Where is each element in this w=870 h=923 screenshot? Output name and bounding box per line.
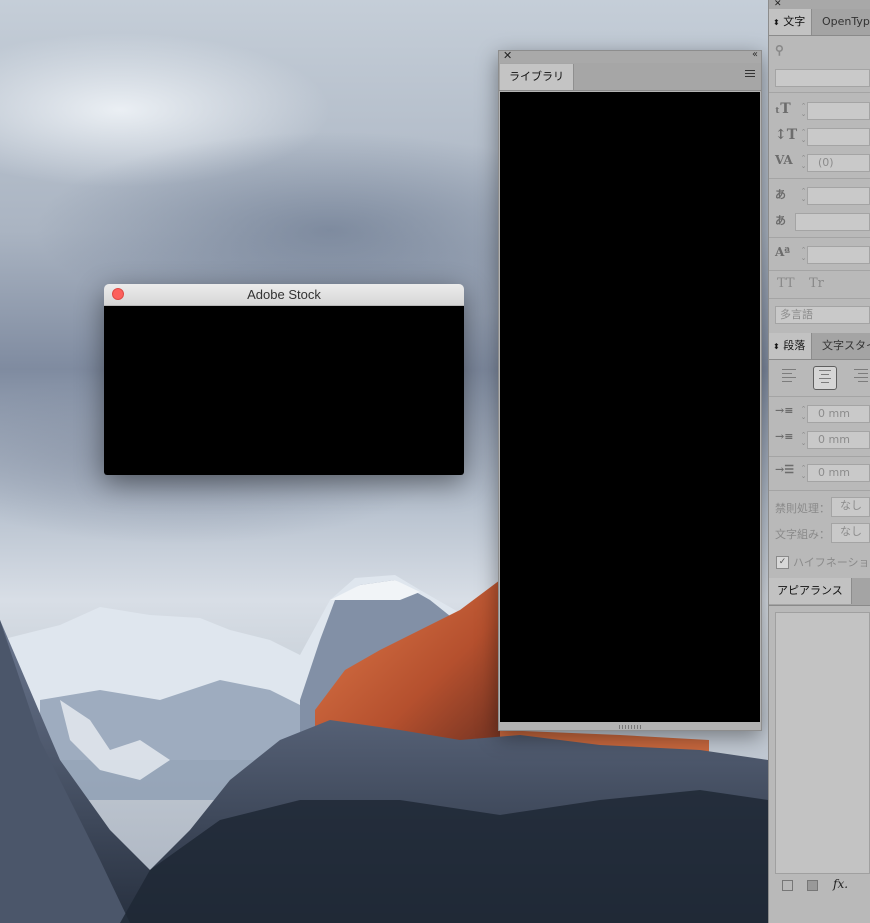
left-indent-field[interactable]: 0 mm: [807, 405, 870, 423]
align-center-button[interactable]: [813, 366, 837, 390]
vertical-scale-row: あ ⌃ ⌄: [769, 184, 870, 208]
panel-menu-icon[interactable]: [745, 70, 755, 79]
dock-close-icon[interactable]: ✕: [769, 0, 870, 9]
tab-paragraph-label: 段落: [783, 339, 806, 352]
divider: [769, 270, 870, 271]
font-size-field[interactable]: [807, 102, 870, 120]
align-right-button[interactable]: [849, 366, 870, 390]
font-style-row: [769, 66, 870, 90]
divider: [769, 298, 870, 299]
divider: [769, 456, 870, 457]
baseline-row: Aª ⌃ ⌄: [769, 243, 870, 267]
expand-chevron-icon: ⬍: [773, 18, 780, 27]
tab-library[interactable]: ライブラリ: [500, 64, 574, 90]
horizontal-scale-icon: あ: [775, 214, 786, 227]
stock-content-area[interactable]: [104, 306, 464, 475]
library-tab-row: ライブラリ: [499, 63, 761, 91]
hyphenation-label: ハイフネーション: [793, 556, 870, 569]
close-icon[interactable]: ✕: [503, 49, 512, 62]
divider: [769, 237, 870, 238]
tab-paragraph[interactable]: ⬍ 段落: [769, 333, 813, 359]
expand-chevron-icon: ⬍: [773, 342, 780, 351]
align-left-button[interactable]: [777, 366, 801, 390]
tab-character[interactable]: ⬍ 文字: [769, 9, 813, 35]
tab-appearance[interactable]: アピアランス: [769, 578, 852, 604]
character-tab-row: ⬍ 文字 OpenType: [769, 9, 870, 36]
vertical-scale-icon: あ: [775, 188, 786, 201]
font-search-row: ⚲: [769, 40, 870, 64]
font-size-icon: ₜT: [775, 101, 791, 117]
horizontal-scale-row: あ: [769, 210, 870, 234]
close-window-button[interactable]: [112, 288, 124, 300]
tab-opentype[interactable]: OpenType: [815, 9, 870, 35]
language-row: 多言語: [769, 303, 870, 327]
left-indent-row: →≡ ⌃ ⌄ 0 mm: [769, 402, 870, 426]
tab-character-label: 文字: [783, 15, 806, 28]
baseline-shift-icon: Aª: [775, 245, 791, 259]
appearance-bottom-bar: fx.: [769, 874, 870, 898]
library-panel-header[interactable]: ✕ ‹‹: [499, 49, 761, 63]
baseline-field[interactable]: [807, 246, 870, 264]
first-line-indent-field[interactable]: 0 mm: [807, 431, 870, 449]
space-before-row: →☰ ⌃ ⌄ 0 mm: [769, 461, 870, 485]
language-dropdown[interactable]: 多言語: [775, 306, 870, 324]
first-line-indent-icon: →≡: [775, 430, 794, 443]
leading-field[interactable]: [807, 128, 870, 146]
collapse-icon[interactable]: ‹‹: [752, 49, 758, 60]
adobe-stock-window: Adobe Stock: [104, 284, 464, 475]
font-size-row: ₜT ⌃ ⌄: [769, 99, 870, 123]
appearance-tab-row: アピアランス: [769, 578, 870, 606]
vertical-scale-field[interactable]: [807, 187, 870, 205]
all-caps-button[interactable]: TT: [777, 276, 795, 291]
search-icon: ⚲: [775, 43, 784, 57]
divider: [769, 490, 870, 491]
mojikumi-label: 文字組み：: [775, 528, 830, 541]
appearance-list[interactable]: [775, 612, 870, 874]
fx-icon[interactable]: fx.: [833, 877, 848, 891]
divider: [769, 178, 870, 179]
right-panel-dock: ✕ ⬍ 文字 OpenType ⚲ ₜT ⌃⌄ ↕T ⌃⌄ VA ⌃⌄ (0) …: [768, 0, 870, 923]
left-indent-icon: →≡: [775, 404, 794, 417]
resize-grip-icon[interactable]: [619, 725, 641, 729]
leading-row: ↕T ⌃ ⌄: [769, 125, 870, 149]
kerning-row: VA ⌃ ⌄ (0): [769, 151, 870, 175]
mojikumi-dropdown[interactable]: なし: [831, 523, 870, 543]
kerning-field[interactable]: (0): [807, 154, 870, 172]
horizontal-scale-field[interactable]: [795, 213, 870, 231]
window-title: Adobe Stock: [247, 287, 321, 302]
small-caps-button[interactable]: Tr: [809, 276, 824, 291]
library-content-area[interactable]: [500, 92, 760, 722]
kinsoku-dropdown[interactable]: なし: [831, 497, 870, 517]
paragraph-tab-row: ⬍ 段落 文字スタイル: [769, 333, 870, 360]
font-style-field[interactable]: [775, 69, 870, 87]
library-panel: ✕ ‹‹ ライブラリ: [498, 49, 762, 731]
stock-titlebar[interactable]: Adobe Stock: [104, 284, 464, 306]
hyphenation-checkbox[interactable]: ✓: [776, 556, 789, 569]
kerning-icon: VA: [775, 153, 793, 167]
new-stroke-icon[interactable]: [782, 880, 793, 891]
divider: [769, 92, 870, 93]
space-before-field[interactable]: 0 mm: [807, 464, 870, 482]
leading-icon: ↕T: [775, 127, 798, 143]
new-fill-icon[interactable]: [807, 880, 818, 891]
kinsoku-label: 禁則処理：: [775, 502, 830, 515]
tab-character-style[interactable]: 文字スタイル: [815, 333, 870, 359]
space-before-icon: →☰: [775, 463, 795, 476]
first-line-indent-row: →≡ ⌃ ⌄ 0 mm: [769, 428, 870, 452]
divider: [769, 396, 870, 397]
